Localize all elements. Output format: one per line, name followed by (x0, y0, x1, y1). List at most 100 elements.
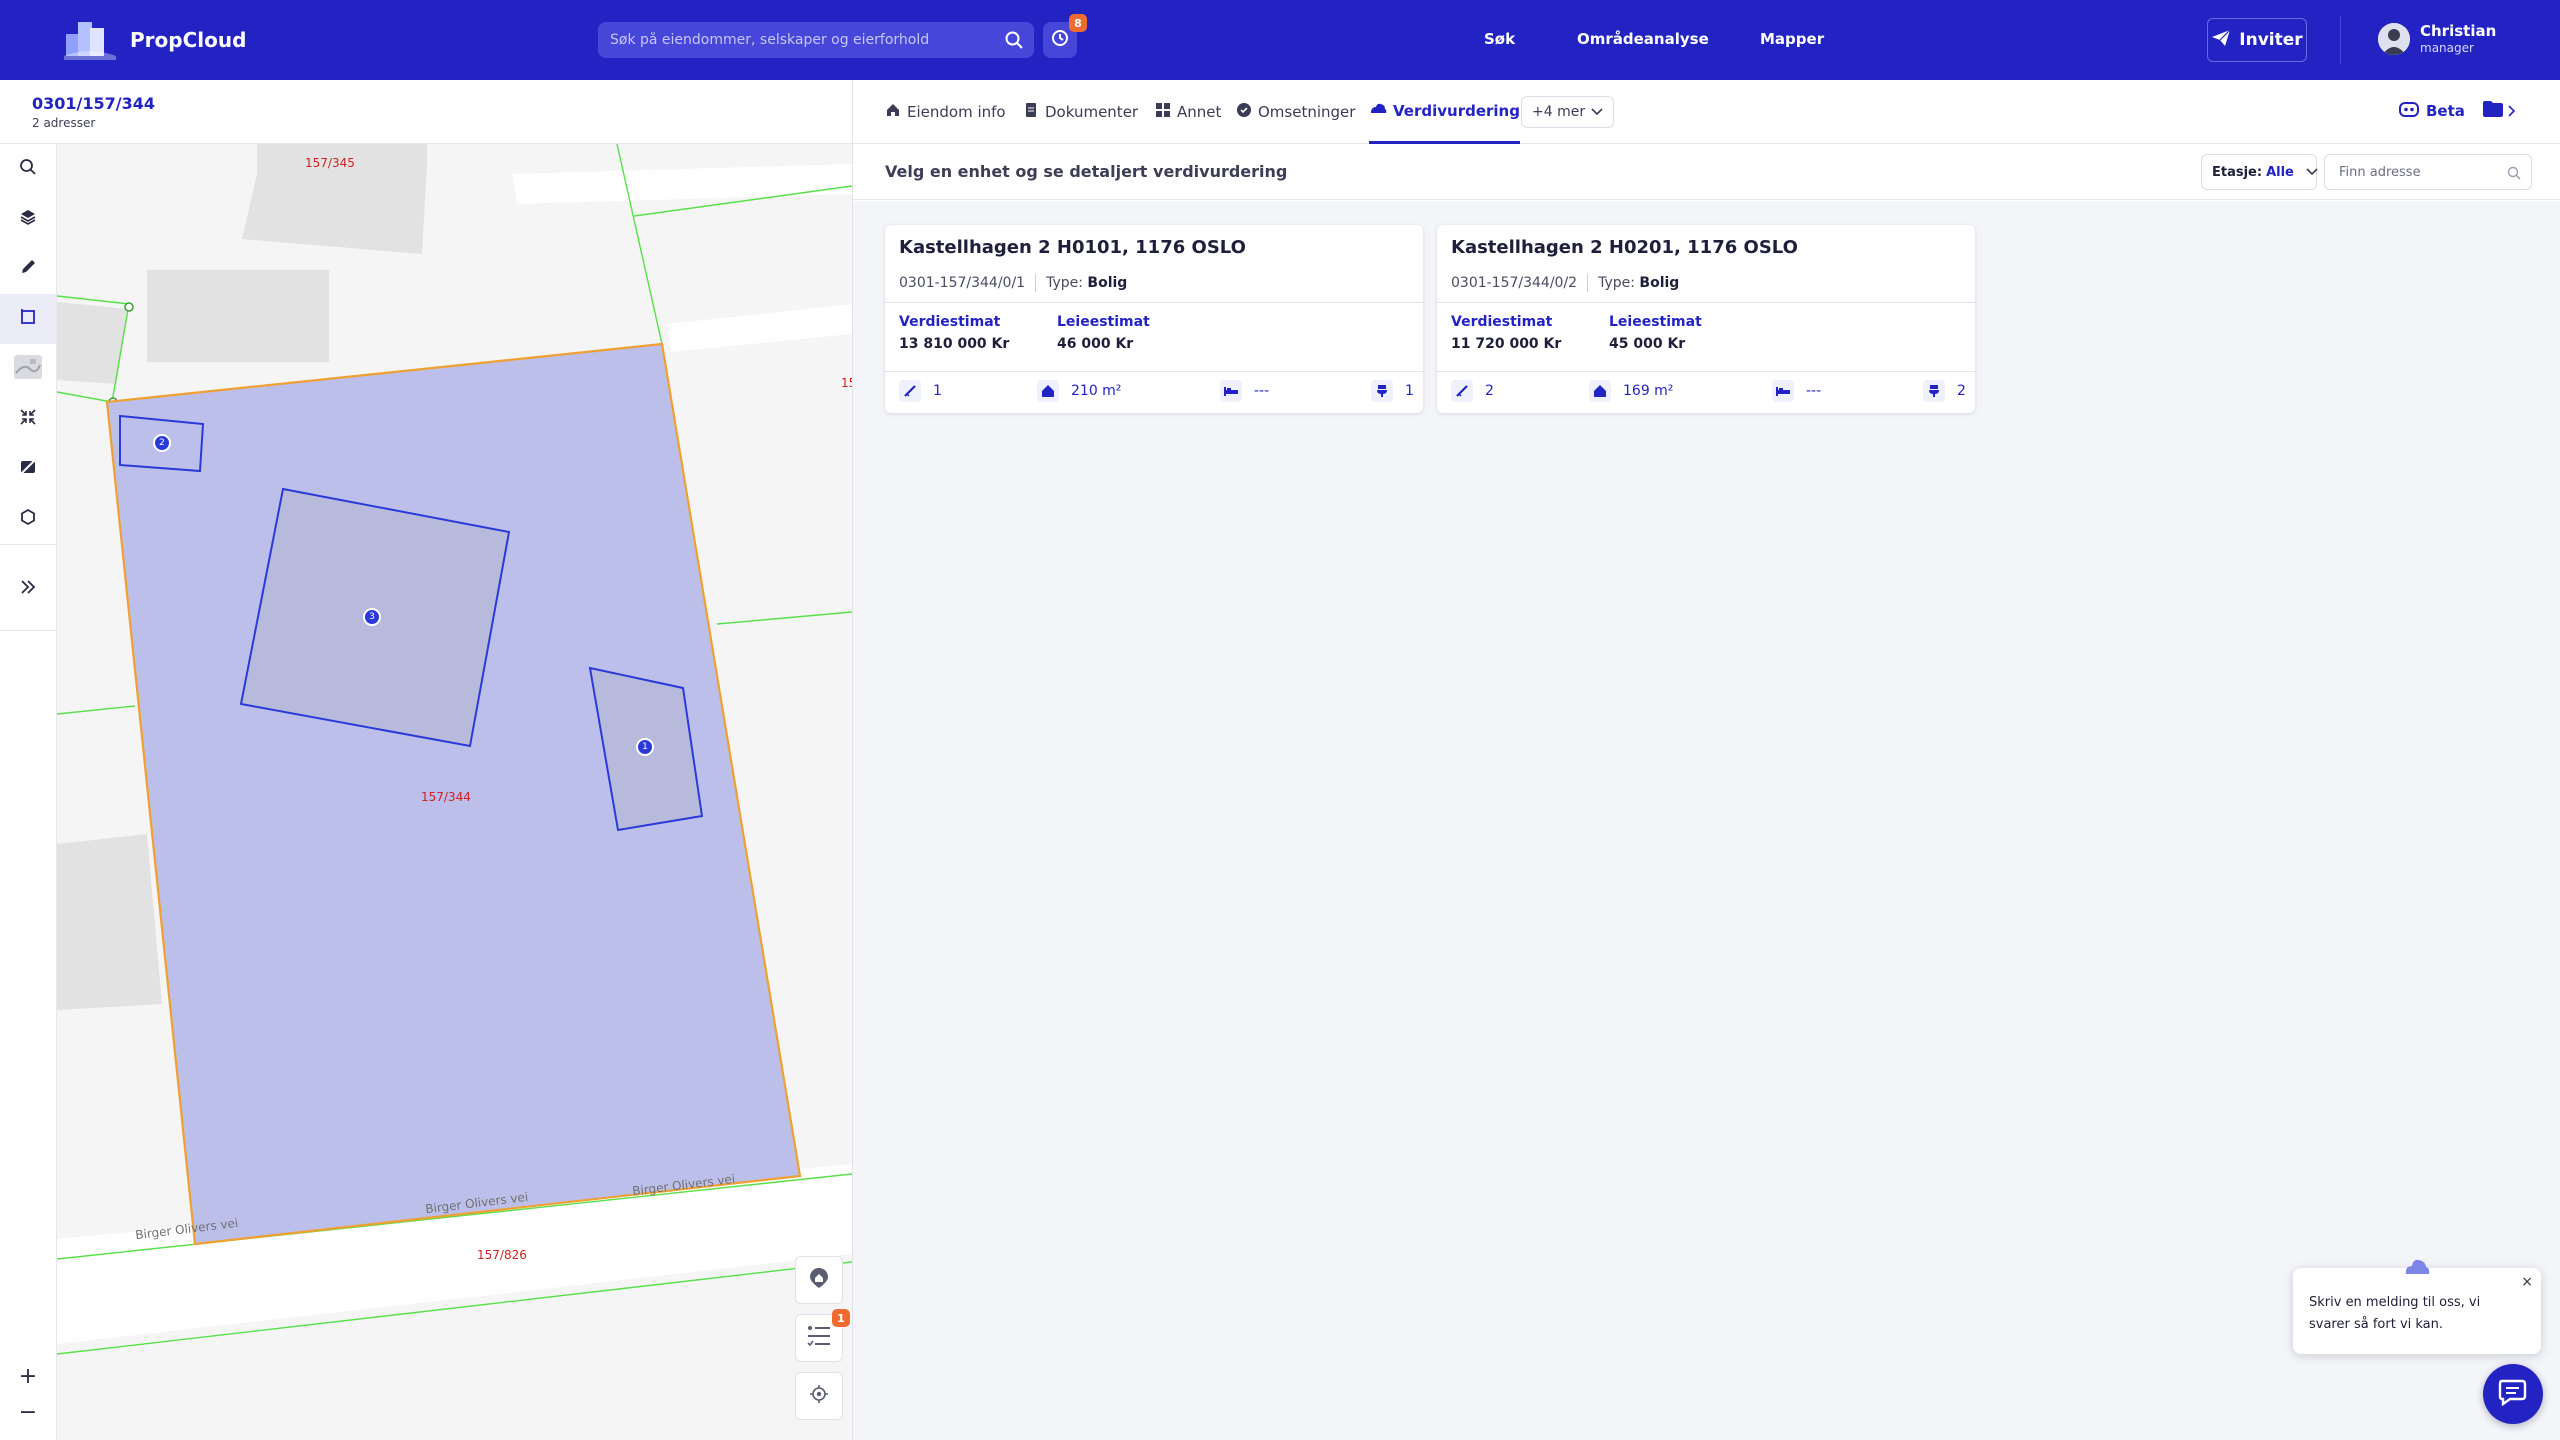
chat-icon (2498, 1378, 2528, 1410)
ruler-icon (1451, 380, 1473, 402)
select-tool[interactable] (0, 294, 56, 344)
beta-button[interactable]: Beta (2398, 100, 2465, 122)
global-search[interactable] (598, 22, 1034, 58)
unit-id: 0301-157/344/0/2 (1451, 275, 1578, 291)
area-value: 210 m² (1071, 383, 1122, 399)
unit-meta: 0301-157/344/0/2 Type: Bolig (1451, 274, 1679, 292)
layers-tool[interactable] (0, 194, 56, 244)
hexagon-icon (19, 508, 37, 530)
unit-meta: 0301-157/344/0/1 Type: Bolig (899, 274, 1127, 292)
rent-estimate-value: 46 000 Kr (1057, 336, 1134, 352)
divider (885, 371, 1423, 372)
property-id[interactable]: 0301/157/344 (32, 94, 155, 113)
folder-button[interactable] (2482, 100, 2516, 122)
map-list-button[interactable]: 1 (795, 1309, 850, 1362)
vertex-marker[interactable] (124, 302, 134, 312)
home-icon (885, 102, 901, 122)
map-home-button[interactable] (795, 1256, 843, 1304)
tab-property-info[interactable]: Eiendom info (885, 80, 1006, 144)
area-stat: 210 m² (1037, 380, 1121, 402)
toilet-icon (1371, 380, 1393, 402)
draw-tool[interactable] (0, 244, 56, 294)
floor-filter[interactable]: Etasje: Alle (2201, 154, 2318, 190)
unit-card[interactable]: Kastellhagen 2 H0101, 1176 OSLO 0301-157… (885, 225, 1423, 413)
bedrooms-value: --- (1806, 383, 1822, 399)
history-badge: 8 (1069, 14, 1087, 32)
rooms-value: 2 (1485, 383, 1494, 399)
locate-icon (809, 1384, 829, 1408)
image-off-tool[interactable] (0, 444, 56, 494)
unit-title: Kastellhagen 2 H0201, 1176 OSLO (1451, 237, 1798, 258)
document-icon (1023, 102, 1039, 122)
history-icon (1050, 28, 1070, 52)
road-area (512, 164, 852, 204)
unit-card[interactable]: Kastellhagen 2 H0201, 1176 OSLO 0301-157… (1437, 225, 1975, 413)
nav-folders[interactable]: Mapper (1760, 30, 1824, 48)
property-tabs: Eiendom info Dokumenter Annet Omsetninge… (853, 80, 2560, 144)
value-estimate-label: Verdiestimat (1451, 314, 1553, 330)
compress-icon (19, 408, 37, 430)
locate-button[interactable] (795, 1372, 843, 1420)
divider (1035, 274, 1037, 292)
invite-button[interactable]: Inviter (2207, 18, 2307, 62)
valuation-icon (1369, 101, 1387, 121)
address-search[interactable] (2324, 154, 2532, 190)
nav-area-analysis[interactable]: Områdeanalyse (1577, 30, 1709, 48)
double-chevron-icon (19, 578, 37, 600)
tab-valuation[interactable]: Verdivurdering (1369, 80, 1520, 144)
chat-popup[interactable]: × Skriv en melding til oss, vi svarer så… (2293, 1259, 2541, 1354)
map-canvas[interactable]: 157/345 157/344 157/826 15 Birger Oliver… (57, 144, 852, 1440)
chat-close-button[interactable]: × (2521, 1274, 2533, 1290)
search-icon[interactable] (1004, 30, 1024, 54)
building-marker[interactable]: 3 (363, 608, 381, 626)
chat-message: Skriv en melding til oss, vi svarer så f… (2309, 1295, 2481, 1332)
chat-button[interactable] (2483, 1364, 2543, 1424)
building-marker[interactable]: 2 (153, 434, 171, 452)
building-marker[interactable]: 1 (636, 738, 654, 756)
polygon-tool[interactable] (0, 494, 56, 544)
unit-type: Bolig (1087, 275, 1128, 291)
house-icon (1037, 380, 1059, 402)
list-badge: 1 (832, 1309, 850, 1327)
user-menu[interactable]: Christian manager (2378, 22, 2496, 56)
tab-documents[interactable]: Dokumenter (1023, 80, 1138, 144)
rent-estimate-value: 45 000 Kr (1609, 336, 1686, 352)
zoom-out-button[interactable]: − (0, 1394, 56, 1430)
toilet-icon (1923, 380, 1945, 402)
satellite-tool[interactable] (0, 344, 56, 394)
parcel-label: 157/345 (305, 156, 355, 170)
more-tabs-dropdown[interactable]: +4 mer (1521, 96, 1615, 128)
bedrooms-stat: --- (1772, 380, 1821, 402)
satellite-icon (14, 355, 42, 383)
nav-search[interactable]: Søk (1484, 30, 1515, 48)
map-search-tool[interactable] (0, 144, 56, 194)
value-estimate-label: Verdiestimat (899, 314, 1001, 330)
logo-icon (64, 16, 116, 64)
expand-toolbar-button[interactable] (0, 564, 56, 614)
unit-type: Bolig (1639, 275, 1680, 291)
rent-estimate: Leieestimat 45 000 Kr (1609, 314, 1702, 352)
divider (1587, 274, 1589, 292)
address-search-input[interactable] (2339, 164, 2499, 180)
divider (2340, 16, 2341, 64)
tab-transactions[interactable]: Omsetninger (1236, 80, 1355, 144)
bed-icon (1220, 380, 1242, 402)
bathrooms-value: 1 (1405, 383, 1414, 399)
zoom-in-button[interactable]: + (0, 1358, 56, 1394)
search-input[interactable] (610, 32, 980, 48)
chevron-down-icon (1591, 104, 1603, 120)
parcel-label: 157/826 (477, 1248, 527, 1262)
avatar (2378, 23, 2410, 55)
compress-tool[interactable] (0, 394, 56, 444)
tab-label: Omsetninger (1258, 103, 1356, 121)
history-button[interactable]: 8 (1043, 14, 1087, 58)
valuation-content: Kastellhagen 2 H0101, 1176 OSLO 0301-157… (853, 201, 2560, 1440)
rent-estimate: Leieestimat 46 000 Kr (1057, 314, 1150, 352)
app-logo[interactable]: PropCloud (64, 16, 246, 64)
tab-other[interactable]: Annet (1155, 80, 1221, 144)
coin-icon (1236, 102, 1252, 122)
map-toolbar: + − (0, 144, 57, 1440)
top-bar: PropCloud 8 Søk Områdeanalyse Mapper Inv… (0, 0, 2560, 80)
parcel-label-selected: 157/344 (421, 790, 471, 804)
bot-icon (2398, 100, 2420, 122)
